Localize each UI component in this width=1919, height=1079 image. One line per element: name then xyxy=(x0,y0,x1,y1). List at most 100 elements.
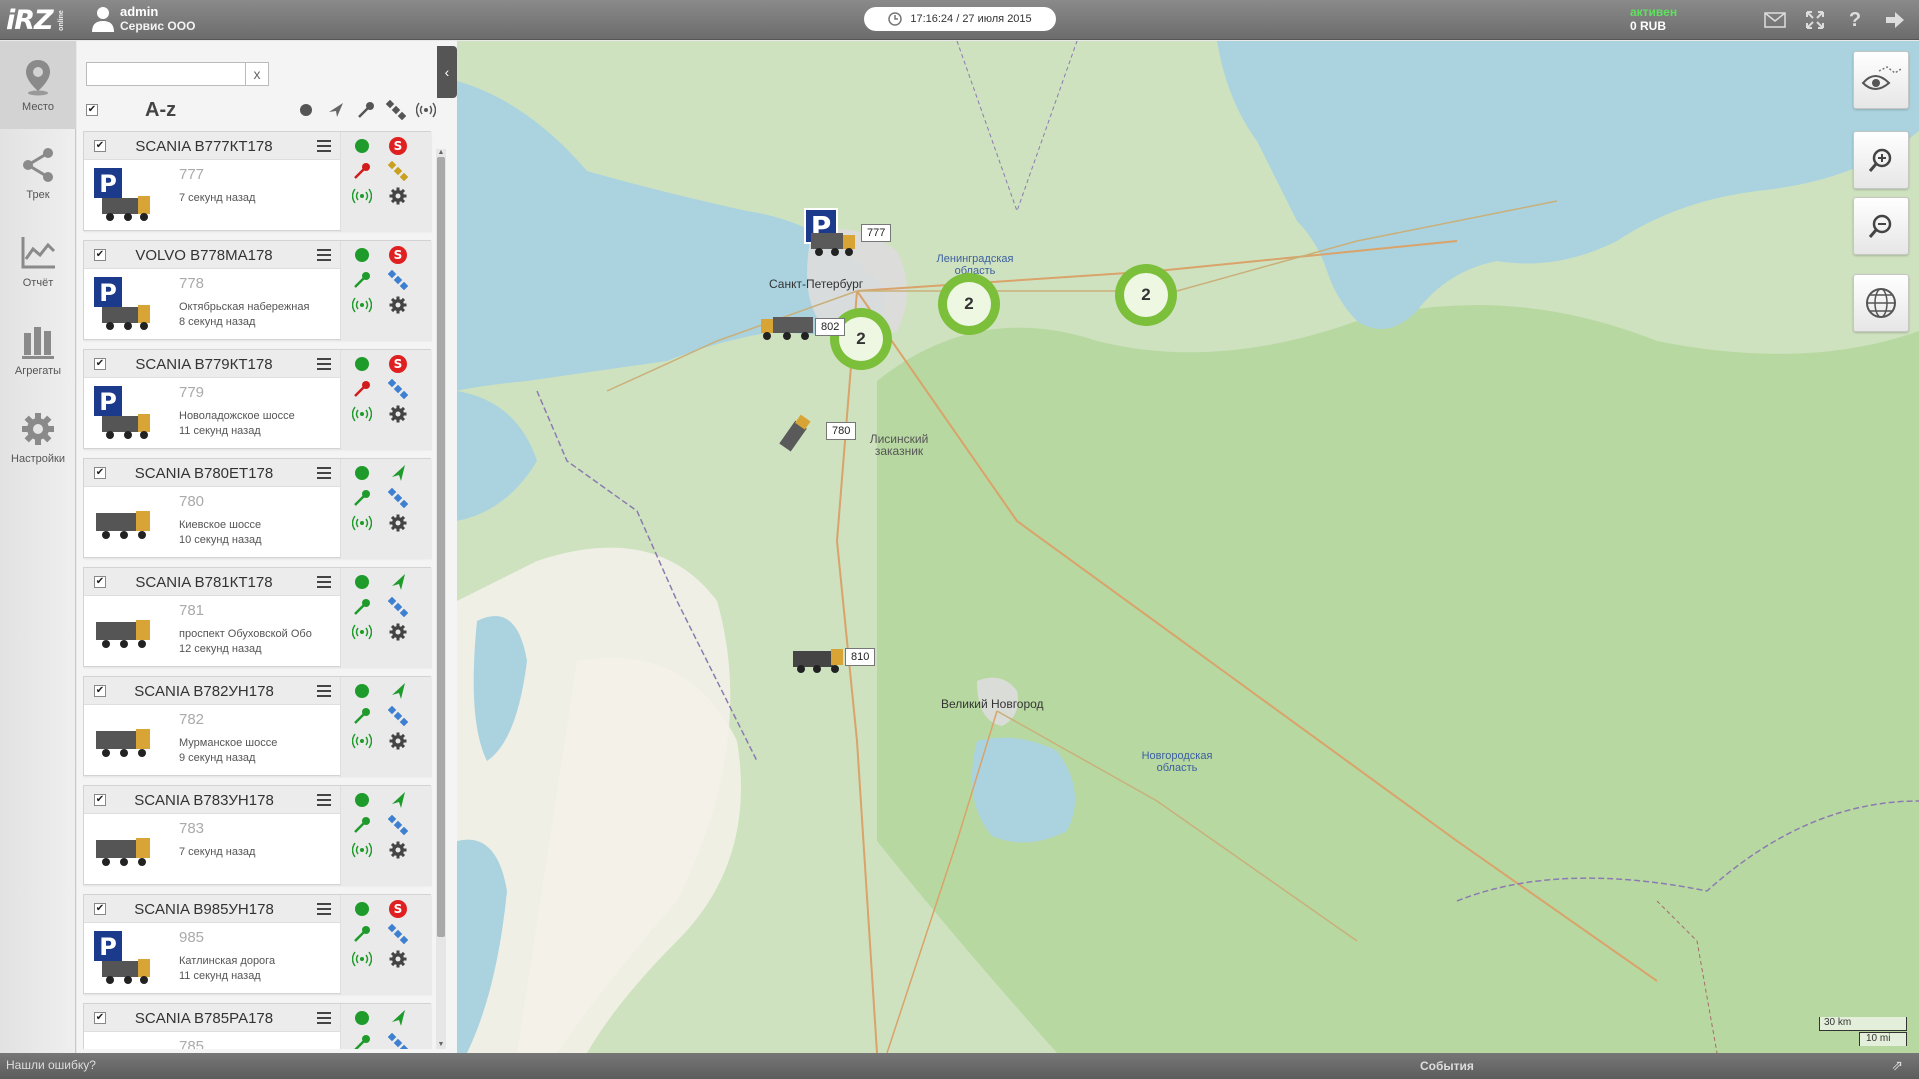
ignition-key-icon[interactable] xyxy=(356,100,376,120)
vehicle-card[interactable]: ✔ SCANIA В782УН178 782 Мурманское шоссе … xyxy=(83,676,432,777)
map-cluster[interactable]: 2 xyxy=(1115,264,1177,326)
nav-report[interactable]: Отчёт xyxy=(0,217,76,305)
report-bug-link[interactable]: Нашли ошибку? xyxy=(6,1058,96,1072)
status-dot-icon[interactable] xyxy=(296,100,316,120)
zoom-in-button[interactable] xyxy=(1853,131,1909,189)
vehicle-title[interactable]: SCANIA В783УН178 xyxy=(114,792,294,809)
hamburger-menu-icon[interactable] xyxy=(316,357,332,371)
satellite-icon[interactable] xyxy=(386,100,406,120)
vehicle-title[interactable]: SCANIA В779КТ178 xyxy=(114,356,294,373)
globe-icon xyxy=(1866,288,1896,318)
vehicle-checkbox[interactable]: ✔ xyxy=(94,794,106,806)
vehicle-card[interactable]: ✔ SCANIA В781КТ178 781 проспект Обуховск… xyxy=(83,567,432,668)
gear-icon[interactable] xyxy=(387,730,409,752)
fullscreen-icon[interactable] xyxy=(1803,9,1827,31)
vehicle-title[interactable]: SCANIA В985УН178 xyxy=(114,901,294,918)
direction-icon[interactable] xyxy=(326,100,346,120)
truck-marker-icon[interactable] xyxy=(759,313,815,341)
vehicle-title[interactable]: SCANIA В781КТ178 xyxy=(114,574,294,591)
truck-marker-icon[interactable] xyxy=(775,413,815,457)
scroll-down-arrow[interactable]: ▼ xyxy=(436,1041,446,1049)
nav-track[interactable]: Трек xyxy=(0,129,76,217)
truck-marker-icon[interactable] xyxy=(791,645,845,673)
sort-button[interactable]: A-z xyxy=(145,99,176,122)
mail-icon[interactable] xyxy=(1763,9,1787,31)
expand-events-icon[interactable]: ⇗ xyxy=(1891,1057,1903,1074)
vehicle-title[interactable]: VOLVO В778МА178 xyxy=(114,247,294,264)
gear-icon[interactable] xyxy=(387,948,409,970)
vehicle-card[interactable]: ✔ VOLVO В778МА178 P 778 Октябрьская набе… xyxy=(83,240,432,341)
vehicle-card[interactable]: ✔ SCANIA В780ЕТ178 780 Киевское шоссе 10… xyxy=(83,458,432,559)
app-logo[interactable]: iRZ online xyxy=(6,4,74,36)
gear-icon[interactable] xyxy=(387,512,409,534)
nav-place[interactable]: Место xyxy=(0,41,76,129)
vehicle-title[interactable]: SCANIA В782УН178 xyxy=(114,683,294,700)
vehicle-checkbox[interactable]: ✔ xyxy=(94,358,106,370)
gear-icon[interactable] xyxy=(387,403,409,425)
satellite-icon xyxy=(387,269,409,291)
vehicle-status-icons: S xyxy=(340,895,432,995)
hamburger-menu-icon[interactable] xyxy=(316,466,332,480)
vehicle-card[interactable]: ✔ SCANIA В785РА178 785 xyxy=(83,1003,432,1049)
map-view[interactable]: Санкт-Петербург Ленинградская область Ли… xyxy=(457,41,1919,1053)
truck-marker-icon[interactable] xyxy=(809,227,857,257)
vehicle-title[interactable]: SCANIA В777КТ178 xyxy=(114,138,294,155)
status-badge xyxy=(387,1007,409,1029)
vehicle-tag[interactable]: 810 xyxy=(845,648,876,666)
vehicle-card[interactable]: ✔ SCANIA В779КТ178 P 779 Новоладожское ш… xyxy=(83,349,432,450)
vehicle-tag[interactable]: 777 xyxy=(861,224,892,242)
vehicle-checkbox[interactable]: ✔ xyxy=(94,140,106,152)
hamburger-menu-icon[interactable] xyxy=(316,902,332,916)
vehicle-checkbox[interactable]: ✔ xyxy=(94,1012,106,1024)
hamburger-menu-icon[interactable] xyxy=(316,139,332,153)
cluster-count: 2 xyxy=(839,317,883,361)
signal-icon[interactable] xyxy=(416,100,436,120)
vehicle-card[interactable]: ✔ SCANIA В783УН178 783 7 секунд назад xyxy=(83,785,432,886)
nav-aggregates[interactable]: Агрегаты xyxy=(0,305,76,393)
hamburger-menu-icon[interactable] xyxy=(316,684,332,698)
scroll-up-arrow[interactable]: ▲ xyxy=(436,149,446,157)
left-nav: Место Трек Отчёт Агрегаты Настройки xyxy=(0,41,76,1053)
ignition-key-icon xyxy=(351,160,373,182)
status-badge xyxy=(387,789,409,811)
vehicle-card[interactable]: ✔ SCANIA В777КТ178 P 777 7 секунд назад … xyxy=(83,131,432,232)
parked-truck-icon: P xyxy=(94,931,150,984)
globe-button[interactable] xyxy=(1853,274,1909,332)
hamburger-menu-icon[interactable] xyxy=(316,793,332,807)
zoom-out-button[interactable] xyxy=(1853,197,1909,255)
list-header: ✔ A-z xyxy=(86,96,436,124)
select-all-checkbox[interactable]: ✔ xyxy=(86,104,98,116)
vehicle-checkbox[interactable]: ✔ xyxy=(94,685,106,697)
user-block[interactable]: admin Сервис ООО xyxy=(90,5,195,33)
vehicle-checkbox[interactable]: ✔ xyxy=(94,576,106,588)
svg-text:P: P xyxy=(99,388,117,416)
vehicle-title[interactable]: SCANIA В780ЕТ178 xyxy=(114,465,294,482)
collapse-panel-button[interactable]: ‹ xyxy=(437,46,457,98)
map-cluster[interactable]: 2 xyxy=(938,273,1000,335)
gear-icon[interactable] xyxy=(387,839,409,861)
gear-icon[interactable] xyxy=(387,185,409,207)
hamburger-menu-icon[interactable] xyxy=(316,575,332,589)
logout-icon[interactable] xyxy=(1883,9,1907,31)
vehicle-checkbox[interactable]: ✔ xyxy=(94,249,106,261)
nav-settings[interactable]: Настройки xyxy=(0,393,76,481)
vehicle-tag[interactable]: 780 xyxy=(826,422,857,440)
layers-toggle-button[interactable] xyxy=(1853,51,1909,109)
vehicle-checkbox[interactable]: ✔ xyxy=(94,467,106,479)
gear-icon[interactable] xyxy=(387,294,409,316)
vehicle-title[interactable]: SCANIA В785РА178 xyxy=(114,1010,294,1027)
search-input[interactable] xyxy=(86,62,246,86)
satellite-icon xyxy=(387,923,409,945)
vehicle-tag[interactable]: 802 xyxy=(815,318,846,336)
scroll-thumb[interactable] xyxy=(437,157,445,937)
list-scrollbar[interactable]: ▲ ▼ xyxy=(436,149,446,1049)
help-icon[interactable]: ? xyxy=(1843,9,1867,31)
hamburger-menu-icon[interactable] xyxy=(316,248,332,262)
vehicle-card[interactable]: ✔ SCANIA В985УН178 P 985 Катлинская доро… xyxy=(83,894,432,995)
events-tab[interactable]: События xyxy=(1420,1059,1474,1073)
hamburger-menu-icon[interactable] xyxy=(316,1011,332,1025)
search-clear-button[interactable]: x xyxy=(245,62,269,86)
vehicle-checkbox[interactable]: ✔ xyxy=(94,903,106,915)
online-status-icon xyxy=(351,135,373,157)
gear-icon[interactable] xyxy=(387,621,409,643)
